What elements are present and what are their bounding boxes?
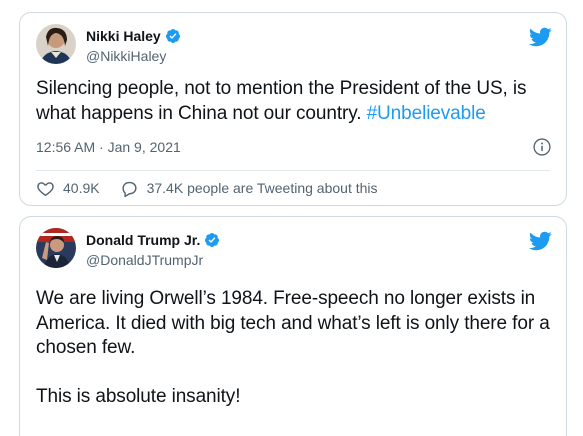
author-block[interactable]: Donald Trump Jr. @DonaldJTrumpJr: [86, 231, 220, 268]
avatar-photo-icon: [36, 228, 76, 268]
display-name[interactable]: Donald Trump Jr.: [86, 232, 200, 248]
like-count: 40.9K: [63, 180, 100, 196]
conversation-text: 37.4K people are Tweeting about this: [146, 180, 378, 196]
timestamp[interactable]: 12:56 AM · Jan 9, 2021: [36, 139, 181, 155]
verified-badge-icon: [205, 233, 220, 247]
speech-bubble-icon: [122, 181, 137, 197]
author-block[interactable]: Nikki Haley @NikkiHaley: [86, 27, 181, 64]
tweet-card[interactable]: Donald Trump Jr. @DonaldJTrumpJr We are …: [19, 216, 567, 436]
twitter-bird-icon[interactable]: [528, 25, 552, 49]
tweet-text: We are living Orwell’s 1984. Free-speech…: [36, 288, 550, 407]
action-bar: 40.9K 37.4K people are Tweeting about th…: [36, 177, 378, 199]
timestamp-row: 12:56 AM · Jan 9, 2021: [36, 137, 552, 157]
avatar[interactable]: [36, 228, 76, 268]
handle[interactable]: @NikkiHaley: [86, 48, 181, 64]
like-button[interactable]: 40.9K: [36, 179, 100, 198]
avatar-photo-icon: [36, 24, 76, 64]
info-icon[interactable]: [532, 137, 552, 157]
twitter-bird-icon[interactable]: [528, 229, 552, 253]
handle[interactable]: @DonaldJTrumpJr: [86, 252, 220, 268]
tweet-text: Silencing people, not to mention the Pre…: [36, 77, 552, 126]
tweet-card[interactable]: Nikki Haley @NikkiHaley Silencing people…: [19, 12, 567, 206]
verified-badge-icon: [165, 29, 180, 43]
heart-icon: [37, 181, 54, 196]
hashtag-link[interactable]: #Unbelievable: [367, 103, 486, 124]
display-name[interactable]: Nikki Haley: [86, 28, 161, 44]
avatar[interactable]: [36, 24, 76, 64]
divider: [36, 170, 550, 171]
conversation-link[interactable]: 37.4K people are Tweeting about this: [120, 179, 378, 198]
